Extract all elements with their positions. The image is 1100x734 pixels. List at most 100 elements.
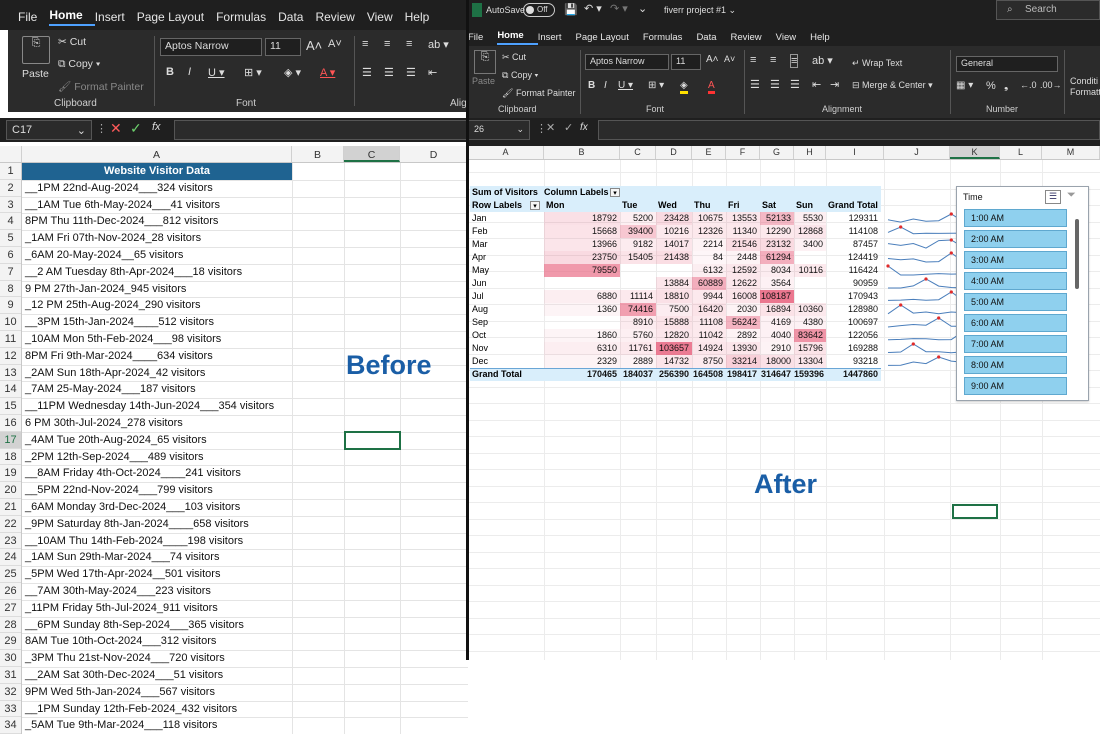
selected-cell[interactable] xyxy=(344,431,401,450)
month-label-apr[interactable]: Apr xyxy=(472,252,486,262)
row-total-cell[interactable]: 116424 xyxy=(826,264,881,277)
tab-data[interactable]: Data xyxy=(696,32,730,43)
save-icon[interactable]: 💾 xyxy=(564,3,578,16)
pivot-value-cell[interactable]: 108187 xyxy=(760,290,794,303)
italic-icon[interactable]: I xyxy=(188,66,191,78)
pivot-value-cell[interactable]: 18000 xyxy=(760,355,794,368)
pivot-value-cell[interactable]: 8750 xyxy=(692,355,726,368)
row-header-9[interactable]: 9 xyxy=(0,297,21,315)
data-cell[interactable]: 9 PM 27th-Jan-2024_945 visitors xyxy=(25,283,186,295)
row-total-cell[interactable]: 128980 xyxy=(826,303,881,316)
month-label-aug[interactable]: Aug xyxy=(472,304,488,314)
tab-home[interactable]: Home xyxy=(497,30,538,45)
pivot-value-cell[interactable]: 4380 xyxy=(794,316,826,329)
month-label-dec[interactable]: Dec xyxy=(472,356,488,366)
row-header-28[interactable]: 28 xyxy=(0,617,21,634)
tab-file[interactable]: File xyxy=(18,10,49,24)
align-right-icon[interactable]: ☰ xyxy=(406,66,416,79)
fill-color-icon[interactable]: ◈ ▾ xyxy=(284,66,301,79)
data-cell[interactable]: _1AM Sun 29th-Mar-2024___74 visitors xyxy=(25,551,219,563)
slicer-item[interactable]: 1:00 AM xyxy=(964,209,1067,227)
website-visitor-title[interactable]: Website Visitor Data xyxy=(22,163,292,180)
copy-button[interactable]: ⧉ Copy ▾ xyxy=(58,58,100,71)
align-middle-icon[interactable]: ≡ xyxy=(384,38,390,50)
pivot-value-cell[interactable]: 10360 xyxy=(794,303,826,316)
row-header-16[interactable]: 16 xyxy=(0,415,21,432)
pivot-value-cell[interactable]: 11761 xyxy=(620,342,656,355)
pivot-value-cell[interactable]: 1360 xyxy=(544,303,620,316)
row-header-21[interactable]: 21 xyxy=(0,499,21,516)
row-header-33[interactable]: 33 xyxy=(0,701,21,718)
data-cell[interactable]: _12 PM 25th-Aug-2024_290 visitors xyxy=(25,299,201,311)
tab-home[interactable]: Home xyxy=(49,8,95,26)
month-label-jun[interactable]: Jun xyxy=(472,278,487,288)
tab-view[interactable]: View xyxy=(776,32,810,43)
name-box[interactable]: 26 ⌄ xyxy=(468,120,530,140)
month-label-mar[interactable]: Mar xyxy=(472,239,488,249)
tab-data[interactable]: Data xyxy=(278,10,315,24)
select-all-corner[interactable] xyxy=(0,146,22,162)
pivot-value-cell[interactable]: 2892 xyxy=(726,329,760,342)
align-bottom-icon[interactable]: ≡ xyxy=(406,38,412,50)
row-total-cell[interactable]: 169288 xyxy=(826,342,881,355)
function-icon[interactable]: fx xyxy=(152,121,161,133)
pivot-value-cell[interactable] xyxy=(544,316,620,329)
pivot-value-cell[interactable]: 2448 xyxy=(726,251,760,264)
row-header-11[interactable]: 11 xyxy=(0,331,21,348)
time-slicer[interactable]: Time ☰ ⏷ 1:00 AM 2:00 AM 3:00 AM 4:00 AM 5:0… xyxy=(956,186,1089,401)
pivot-value-cell[interactable]: 16894 xyxy=(760,303,794,316)
pivot-value-cell[interactable]: 2889 xyxy=(620,355,656,368)
align-top-icon[interactable]: ≡ xyxy=(750,54,756,66)
row-total-cell[interactable]: 124419 xyxy=(826,251,881,264)
pivot-value-cell[interactable]: 23750 xyxy=(544,251,620,264)
orientation-icon[interactable]: ab ▾ xyxy=(812,54,833,67)
data-cell[interactable]: _10AM Mon 5th-Feb-2024___98 visitors xyxy=(25,333,221,345)
data-cell[interactable]: _6AM 20-May-2024__65 visitors xyxy=(25,249,183,261)
data-cell[interactable]: __3PM 15th-Jan-2024____512 visitors xyxy=(25,316,214,328)
pivot-value-cell[interactable]: 12290 xyxy=(760,225,794,238)
cancel-icon[interactable]: ✕ xyxy=(110,120,122,137)
row-header-30[interactable]: 30 xyxy=(0,650,21,667)
month-label-jan[interactable]: Jan xyxy=(472,213,487,223)
row-header-15[interactable]: 15 xyxy=(0,398,21,415)
file-name[interactable]: fiverr project #1 ⌄ xyxy=(664,5,736,16)
slicer-item[interactable]: 8:00 AM xyxy=(964,356,1067,374)
pivot-value-cell[interactable]: 2329 xyxy=(544,355,620,368)
row-total-cell[interactable]: 87457 xyxy=(826,238,881,251)
data-cell[interactable]: __8AM Friday 4th-Oct-2024____241 visitor… xyxy=(25,467,241,479)
pivot-value-cell[interactable]: 14924 xyxy=(692,342,726,355)
slicer-item[interactable]: 4:00 AM xyxy=(964,272,1067,290)
row-header-12[interactable]: 12 xyxy=(0,348,21,365)
row-header-31[interactable]: 31 xyxy=(0,667,21,684)
row-header-14[interactable]: 14 xyxy=(0,381,21,399)
pivot-value-cell[interactable]: 11042 xyxy=(692,329,726,342)
pivot-value-cell[interactable]: 16420 xyxy=(692,303,726,316)
pivot-value-cell[interactable]: 15668 xyxy=(544,225,620,238)
pivot-value-cell[interactable]: 10116 xyxy=(794,264,826,277)
tab-page-layout[interactable]: Page Layout xyxy=(575,32,642,43)
pivot-value-cell[interactable]: 13553 xyxy=(726,212,760,225)
decrease-indent-icon[interactable]: ⇤ xyxy=(812,78,821,91)
pivot-value-cell[interactable]: 15796 xyxy=(794,342,826,355)
row-header-1[interactable]: 1 xyxy=(0,163,21,180)
data-cell[interactable]: 8AM Tue 10th-Oct-2024___312 visitors xyxy=(25,635,216,647)
increase-decimal-icon[interactable]: ←.0 xyxy=(1020,80,1037,90)
pivot-value-cell[interactable]: 11340 xyxy=(726,225,760,238)
data-cell[interactable]: _5AM Tue 9th-Mar-2024___118 visitors xyxy=(25,719,217,731)
redo-icon[interactable]: ↷ ▾ xyxy=(610,2,628,15)
month-label-may[interactable]: May xyxy=(472,265,489,275)
data-cell[interactable]: _11PM Friday 5th-Jul-2024_911 visitors xyxy=(25,602,218,614)
row-header-17[interactable]: 17 xyxy=(0,431,21,449)
slicer-item[interactable]: 2:00 AM xyxy=(964,230,1067,248)
row-header-19[interactable]: 19 xyxy=(0,465,21,483)
cut-button[interactable]: ✂ Cut xyxy=(58,36,86,48)
pivot-value-cell[interactable]: 23428 xyxy=(656,212,692,225)
data-cell[interactable]: _7AM 25-May-2024___187 visitors xyxy=(25,383,196,395)
tab-help[interactable]: Help xyxy=(810,32,844,43)
enter-icon[interactable]: ✓ xyxy=(130,120,142,137)
column-header-a[interactable]: A xyxy=(468,146,544,159)
font-name-select[interactable]: Aptos Narrow xyxy=(585,54,669,70)
tab-file[interactable]: File xyxy=(468,32,497,43)
data-cell[interactable]: _9PM Saturday 8th-Jan-2024____658 visito… xyxy=(25,518,249,530)
pivot-value-cell[interactable]: 2214 xyxy=(692,238,726,251)
